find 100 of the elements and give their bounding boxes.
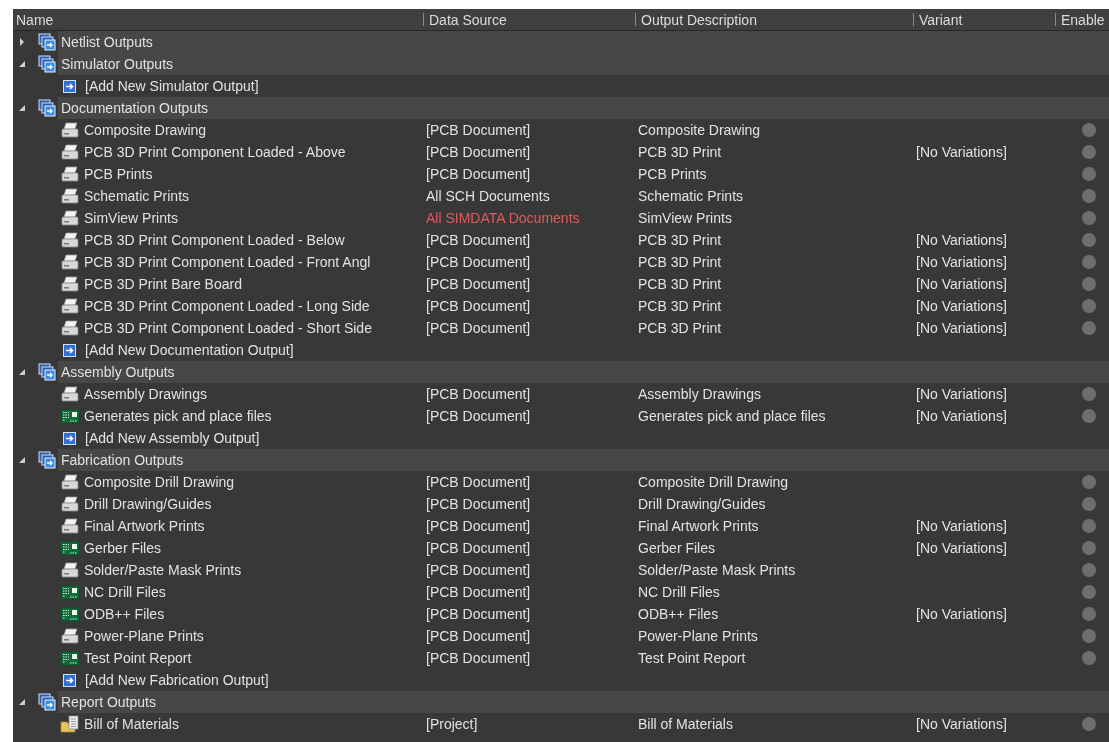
printer-icon [60,473,80,491]
output-name[interactable]: PCB 3D Print Component Loaded - Long Side [84,298,370,314]
variant-label: [No Variations] [915,254,1008,270]
output-group-icon [38,451,56,469]
enable-dot-icon[interactable] [1082,607,1096,621]
data-source: [PCB Document] [425,386,532,402]
group-name[interactable]: Documentation Outputs [61,100,209,116]
output-name[interactable]: Final Artwork Prints [84,518,205,534]
output-name[interactable]: Solder/Paste Mask Prints [84,562,242,578]
group-name[interactable]: Fabrication Outputs [61,452,184,468]
collapse-arrow-icon[interactable] [17,697,27,707]
output-name[interactable]: PCB Prints [84,166,153,182]
enable-dot-icon[interactable] [1082,541,1096,555]
output-name[interactable]: Assembly Drawings [84,386,207,402]
output-name[interactable]: NC Drill Files [84,584,166,600]
enable-dot-icon[interactable] [1082,233,1096,247]
output-description: Composite Drill Drawing [637,474,790,490]
enable-dot-icon[interactable] [1082,189,1096,203]
group-name[interactable]: Assembly Outputs [61,364,175,380]
enable-dot-icon[interactable] [1082,167,1096,181]
enable-dot-icon[interactable] [1082,321,1096,335]
output-group-icon [38,33,56,51]
enable-dot-icon[interactable] [1082,651,1096,665]
collapse-arrow-icon[interactable] [17,103,27,113]
variant-label: [No Variations] [915,144,1008,160]
circuit-board-icon [60,605,80,623]
output-name[interactable]: PCB 3D Print Component Loaded - Above [84,144,346,160]
output-description: NC Drill Files [637,584,721,600]
enable-dot-icon[interactable] [1082,211,1096,225]
add-output-link[interactable]: [Add New Fabrication Output] [85,672,269,688]
output-name[interactable]: PCB 3D Print Component Loaded - Short Side [84,320,372,336]
output-description: Drill Drawing/Guides [637,496,767,512]
enable-dot-icon[interactable] [1082,497,1096,511]
variant-label: [No Variations] [915,276,1008,292]
collapse-arrow-icon[interactable] [17,367,27,377]
add-output-link[interactable]: [Add New Documentation Output] [85,342,294,358]
column-header[interactable]: Variant [916,11,963,28]
output-description: ODB++ Files [637,606,720,622]
output-description: PCB 3D Print [637,232,723,248]
enable-dot-icon[interactable] [1082,387,1096,401]
output-name[interactable]: PCB 3D Print Bare Board [84,276,242,292]
output-name[interactable]: Bill of Materials [84,716,179,732]
printer-icon [60,517,80,535]
output-name[interactable]: SimView Prints [84,210,178,226]
enable-dot-icon[interactable] [1082,717,1096,731]
enable-dot-icon[interactable] [1082,409,1096,423]
add-output-link[interactable]: [Add New Assembly Output] [85,430,260,446]
output-name[interactable]: PCB 3D Print Component Loaded - Front Angl [84,254,371,270]
output-name[interactable]: ODB++ Files [84,606,165,622]
output-name[interactable]: Test Point Report [84,650,192,666]
enable-dot-icon[interactable] [1082,475,1096,489]
column-header[interactable]: Data Source [426,11,507,28]
enable-dot-icon[interactable] [1082,299,1096,313]
data-source: [PCB Document] [425,122,532,138]
circuit-board-icon [60,583,80,601]
expand-arrow-icon[interactable] [17,37,27,47]
output-name[interactable]: Composite Drill Drawing [84,474,235,490]
variant-label: [No Variations] [915,320,1008,336]
circuit-board-icon [60,407,80,425]
column-header[interactable]: Name [13,11,54,28]
group-name[interactable]: Report Outputs [61,694,156,710]
enable-dot-icon[interactable] [1082,145,1096,159]
output-name[interactable]: PCB 3D Print Component Loaded - Below [84,232,345,248]
data-source: [PCB Document] [425,650,532,666]
data-source: [PCB Document] [425,496,532,512]
enable-dot-icon[interactable] [1082,585,1096,599]
output-name[interactable]: Power-Plane Prints [84,628,204,644]
output-name[interactable]: Generates pick and place files [84,408,272,424]
variant-label: [No Variations] [915,518,1008,534]
enable-dot-icon[interactable] [1082,255,1096,269]
collapse-arrow-icon[interactable] [17,59,27,69]
column-header[interactable]: Enable [1058,11,1105,28]
enable-dot-icon[interactable] [1082,277,1096,291]
output-description: PCB 3D Print [637,144,723,160]
output-name[interactable]: Gerber Files [84,540,162,556]
column-header[interactable]: Output Description [638,11,757,28]
add-icon [63,79,76,93]
data-source: All SIMDATA Documents [425,210,581,226]
output-description: PCB Prints [637,166,708,182]
enable-dot-icon[interactable] [1082,123,1096,137]
group-name[interactable]: Simulator Outputs [61,56,174,72]
output-description: Power-Plane Prints [637,628,759,644]
printer-icon [60,627,80,645]
output-description: Test Point Report [637,650,747,666]
output-description: PCB 3D Print [637,320,723,336]
data-source: [PCB Document] [425,298,532,314]
data-source: [PCB Document] [425,144,532,160]
output-name[interactable]: Composite Drawing [84,122,207,138]
group-name[interactable]: Netlist Outputs [61,34,153,50]
output-name[interactable]: Schematic Prints [84,188,190,204]
data-source: [PCB Document] [425,276,532,292]
data-source: [PCB Document] [425,232,532,248]
add-output-link[interactable]: [Add New Simulator Output] [85,78,259,94]
output-description: Schematic Prints [637,188,745,204]
collapse-arrow-icon[interactable] [17,455,27,465]
enable-dot-icon[interactable] [1082,519,1096,533]
data-source: [PCB Document] [425,166,532,182]
enable-dot-icon[interactable] [1082,629,1096,643]
output-name[interactable]: Drill Drawing/Guides [84,496,212,512]
enable-dot-icon[interactable] [1082,563,1096,577]
